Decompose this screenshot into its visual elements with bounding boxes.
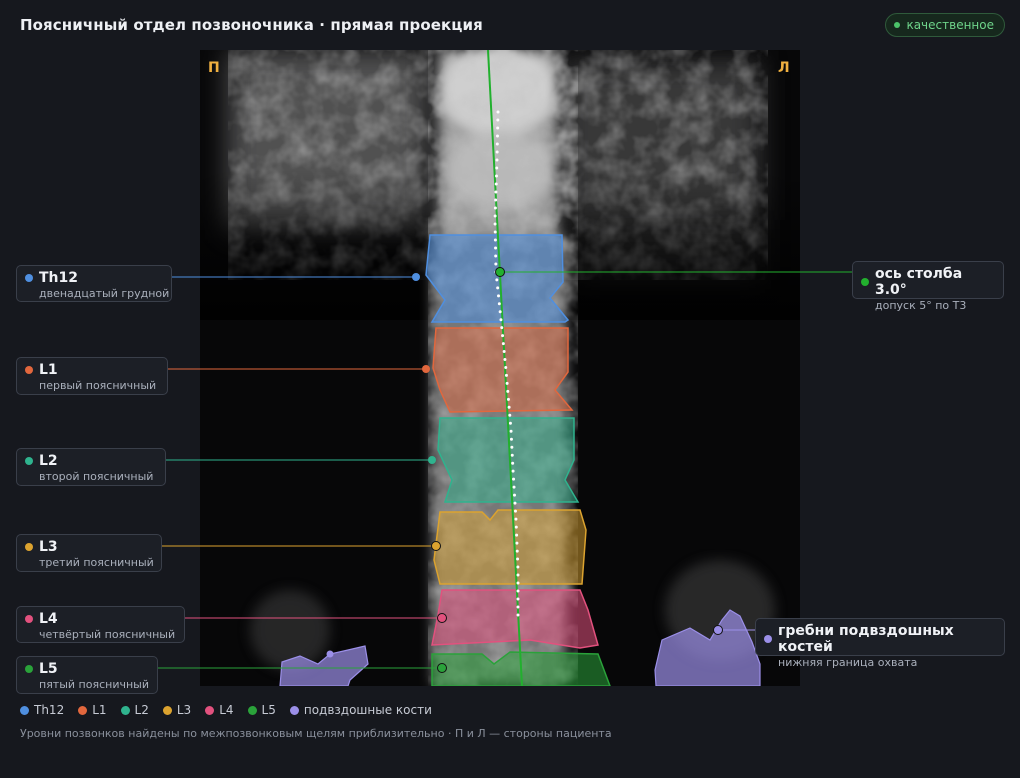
level-description: третий поясничный (39, 556, 154, 569)
page-title: Поясничный отдел позвоночника · прямая п… (20, 16, 483, 34)
level-description: первый поясничный (39, 379, 157, 392)
legend-item: L1 (78, 703, 107, 717)
color-dot-icon (764, 635, 772, 643)
iliac-description: нижняя граница охвата (778, 656, 918, 669)
legend-dot-icon (78, 705, 88, 715)
side-marker-right: П (208, 60, 220, 76)
color-dot-icon (25, 366, 33, 374)
level-name: L2 (39, 453, 58, 469)
legend-item: подвздошные кости (289, 703, 432, 717)
legend-item: L3 (162, 703, 192, 717)
level-description: второй поясничный (39, 470, 154, 483)
axis-description: допуск 5° по Т3 (875, 299, 967, 312)
level-description: четвёртый поясничный (39, 628, 176, 641)
color-dot-icon (25, 615, 33, 623)
level-card-l1[interactable]: L1 первый поясничный (16, 357, 168, 395)
axis-card[interactable]: ось столба 3.0° допуск 5° по Т3 (852, 261, 1004, 312)
legend-item: L5 (247, 703, 276, 717)
level-description: двенадцатый грудной (39, 287, 170, 300)
legend-dot-icon (205, 705, 215, 715)
level-name: L3 (39, 539, 58, 555)
legend-label: L5 (261, 703, 276, 717)
axis-title: ось столба 3.0° (875, 266, 963, 298)
level-name: L5 (39, 661, 58, 677)
footer-note: Уровни позвонков найдены по межпозвонков… (20, 727, 612, 740)
legend-dot-icon (247, 705, 257, 715)
legend-label: L4 (219, 703, 234, 717)
legend-dot-icon (162, 705, 172, 715)
iliac-card[interactable]: гребни подвздошных костей нижняя граница… (755, 618, 1005, 669)
legend-label: L1 (92, 703, 107, 717)
level-card-l2[interactable]: L2 второй поясничный (16, 448, 166, 486)
legend-label: подвздошные кости (303, 703, 432, 717)
level-card-l3[interactable]: L3 третий поясничный (16, 534, 162, 572)
iliac-title: гребни подвздошных костей (778, 623, 954, 655)
legend-item: L4 (205, 703, 234, 717)
level-card-th12[interactable]: Th12 двенадцатый грудной (16, 265, 172, 302)
color-dot-icon (25, 274, 33, 282)
legend: Th12 L1 L2 L3 L4 L5 подвздошные кости (20, 703, 432, 717)
level-name: L1 (39, 362, 58, 378)
level-name: L4 (39, 611, 58, 627)
level-name: Th12 (39, 270, 78, 286)
color-dot-icon (25, 543, 33, 551)
side-marker-left: Л (778, 60, 790, 76)
level-description: пятый поясничный (39, 678, 149, 691)
level-card-l4[interactable]: L4 четвёртый поясничный (16, 606, 185, 643)
legend-dot-icon (289, 705, 299, 715)
legend-dot-icon (120, 705, 130, 715)
color-dot-icon (25, 457, 33, 465)
legend-dot-icon (20, 705, 29, 715)
legend-label: L2 (134, 703, 149, 717)
level-card-l5[interactable]: L5 пятый поясничный (16, 656, 158, 694)
status-dot-icon (894, 22, 901, 28)
color-dot-icon (25, 665, 33, 673)
legend-item: Th12 (20, 703, 64, 717)
legend-item: L2 (120, 703, 149, 717)
quality-badge-label: качественное (906, 18, 994, 32)
xray-image[interactable]: П Л (200, 50, 800, 686)
legend-label: L3 (176, 703, 192, 717)
color-dot-icon (861, 278, 869, 286)
quality-badge: качественное (885, 13, 1005, 37)
legend-label: Th12 (34, 703, 65, 717)
